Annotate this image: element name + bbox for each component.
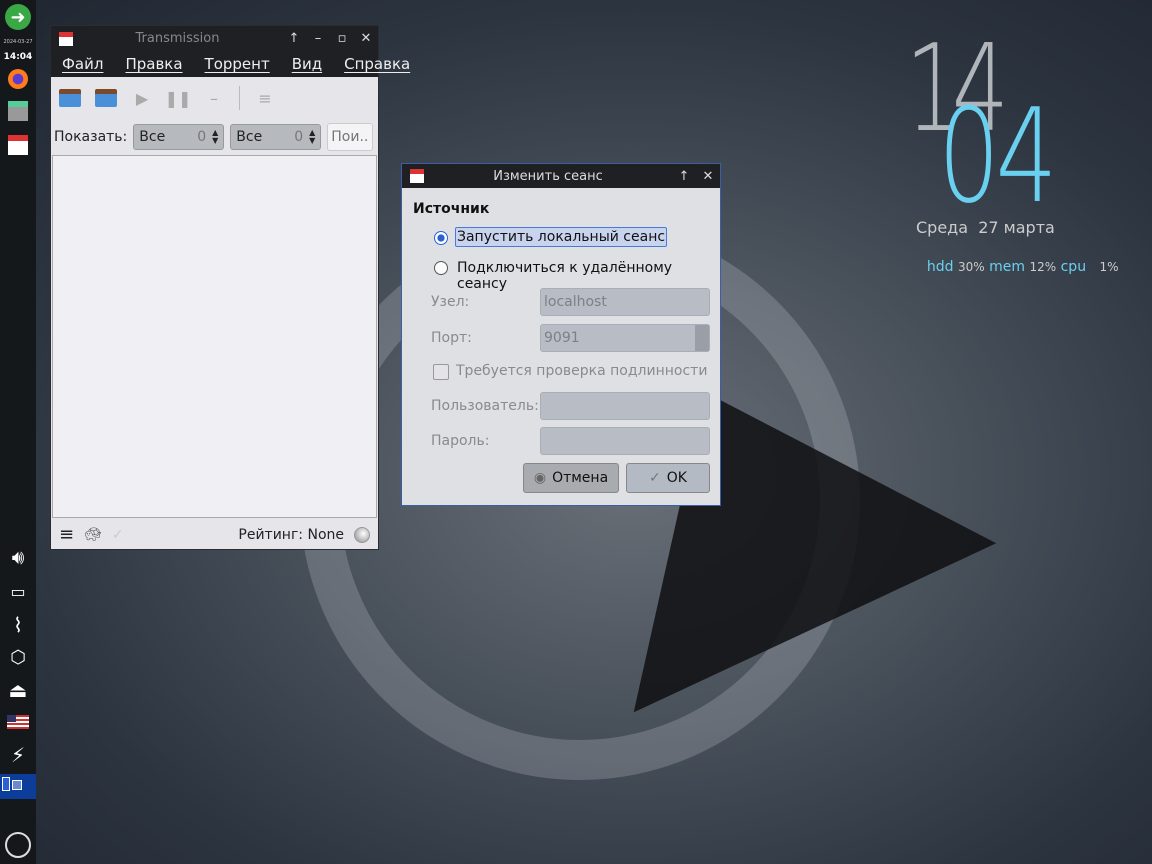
start-icon[interactable]: ▶ <box>131 87 153 109</box>
app-icon <box>410 169 424 183</box>
search-input[interactable] <box>327 123 374 151</box>
port-value: 9091 <box>544 330 580 346</box>
menu-file[interactable]: Файл <box>62 55 103 73</box>
rating-text[interactable]: Рейтинг: None <box>238 527 344 543</box>
remote-session-radio[interactable] <box>434 261 448 275</box>
open-url-icon[interactable] <box>95 87 117 109</box>
user-input[interactable] <box>540 392 710 420</box>
ok-label: OK <box>666 470 687 486</box>
logout-icon[interactable]: ➜ <box>5 4 31 30</box>
start-menu-icon[interactable] <box>5 832 31 858</box>
dialog-title: Изменить сеанс <box>493 168 603 184</box>
minimize-button[interactable]: – <box>306 31 330 46</box>
clock-minutes: 04 <box>938 80 1058 232</box>
auth-checkbox[interactable] <box>433 364 449 380</box>
keep-above-button[interactable]: ↑ <box>282 31 306 46</box>
tracker-filter[interactable]: Все 0 ▲ ▼ <box>230 124 322 150</box>
cancel-label: Отмена <box>552 470 609 486</box>
us-flag-icon[interactable] <box>5 709 31 735</box>
keep-above-button[interactable]: ↑ <box>672 169 696 184</box>
spin-buttons[interactable] <box>695 325 709 351</box>
user-label: Пользователь: <box>431 398 539 414</box>
app-icon <box>59 31 73 46</box>
cancel-button[interactable]: ◉ Отмена <box>523 463 619 493</box>
remove-icon[interactable]: – <box>203 87 225 109</box>
menu-view[interactable]: Вид <box>292 55 322 73</box>
menu-edit[interactable]: Правка <box>125 55 182 73</box>
tracker-filter-count: 0 <box>294 129 304 145</box>
window-title: Transmission <box>135 31 220 46</box>
ok-button[interactable]: ✓ OK <box>626 463 710 493</box>
cpu-value: 1% <box>1099 260 1119 274</box>
cpu-label: cpu <box>1060 259 1087 275</box>
hdd-value: 30% <box>958 260 985 274</box>
menu-torrent[interactable]: Торрент <box>205 55 270 73</box>
panel-time: 14:04 <box>3 52 33 62</box>
clock-date: Среда 27 марта <box>916 218 1055 237</box>
local-session-radio[interactable] <box>434 231 448 245</box>
status-filter-count: 0 <box>197 129 207 145</box>
local-session-label[interactable]: Запустить локальный сеанс <box>455 227 668 247</box>
password-input[interactable] <box>540 427 710 455</box>
volume-icon[interactable]: 🔊︎ <box>5 544 31 570</box>
change-session-dialog: Изменить сеанс ↑ ✕ Источник Запустить ло… <box>401 163 721 506</box>
system-stats: hdd 30% mem 12% cpu 1% <box>918 243 1119 291</box>
network-disconnected-icon[interactable]: ▭ <box>5 578 31 604</box>
status-filter-value: Все <box>139 129 166 145</box>
pause-icon[interactable]: ❚❚ <box>165 87 192 109</box>
maximize-button[interactable]: ▫ <box>330 31 354 46</box>
tracker-filter-value: Все <box>236 129 263 145</box>
port-spinbox[interactable]: 9091 <box>540 324 710 352</box>
close-button[interactable]: ✕ <box>354 31 378 46</box>
hdd-label: hdd <box>926 259 954 275</box>
toolbar: ▶ ❚❚ – ≡ <box>51 77 378 119</box>
workspace-switcher[interactable] <box>0 774 36 799</box>
spin-arrows-icon: ▲ ▼ <box>309 128 316 145</box>
menu-bar: Файл Правка Торрент Вид Справка <box>51 51 410 77</box>
port-label: Порт: <box>431 330 472 346</box>
password-label: Пароль: <box>431 433 490 449</box>
side-panel: ➜ 2024-03-27 14:04 🔊︎ ▭ ⌇ ⬡ ⏏ ⚡ <box>0 0 36 864</box>
package-icon[interactable]: ⬡ <box>5 644 31 670</box>
filter-bar: Показать: Все 0 ▲ ▼ Все 0 ▲ ▼ <box>51 119 378 155</box>
transmission-window: Transmission ↑ – ▫ ✕ Файл Правка Торрент… <box>50 25 410 551</box>
title-bar: Transmission ↑ – ▫ ✕ <box>51 26 378 51</box>
menu-help[interactable]: Справка <box>344 55 410 73</box>
mem-label: mem <box>989 259 1026 275</box>
cancel-icon: ◉ <box>533 470 547 486</box>
ratio-icon: ✓ <box>111 526 124 543</box>
dialog-title-bar: Изменить сеанс ↑ ✕ <box>402 164 720 188</box>
clipboard-icon[interactable]: ⌇ <box>5 612 31 638</box>
toolbar-separator <box>239 86 240 110</box>
turtle-icon[interactable]: 🐢︎ <box>84 527 102 543</box>
spin-arrows-icon: ▲ ▼ <box>212 128 219 145</box>
menu-icon[interactable]: ≡ <box>59 524 74 545</box>
file-manager-icon[interactable] <box>5 98 31 124</box>
source-heading: Источник <box>413 201 490 217</box>
show-label: Показать: <box>54 129 128 145</box>
check-icon: ✓ <box>649 470 661 486</box>
battery-charging-icon[interactable]: ⚡ <box>5 742 31 768</box>
status-bar: ≡ 🐢︎ ✓ Рейтинг: None <box>51 518 378 551</box>
host-label: Узел: <box>431 294 470 310</box>
panel-date: 2024-03-27 <box>3 39 33 45</box>
eject-icon[interactable]: ⏏ <box>5 677 31 703</box>
status-filter[interactable]: Все 0 ▲ ▼ <box>133 124 225 150</box>
properties-icon[interactable]: ≡ <box>254 87 276 109</box>
network-status-icon <box>354 526 370 543</box>
auth-label: Требуется проверка подлинности <box>456 363 708 379</box>
host-input[interactable]: localhost <box>540 288 710 316</box>
mem-value: 12% <box>1029 260 1057 274</box>
torrent-list[interactable] <box>52 155 377 518</box>
close-button[interactable]: ✕ <box>696 169 720 184</box>
firefox-icon[interactable] <box>5 66 31 92</box>
transmission-task-icon[interactable] <box>5 132 31 158</box>
open-torrent-icon[interactable] <box>59 87 81 109</box>
